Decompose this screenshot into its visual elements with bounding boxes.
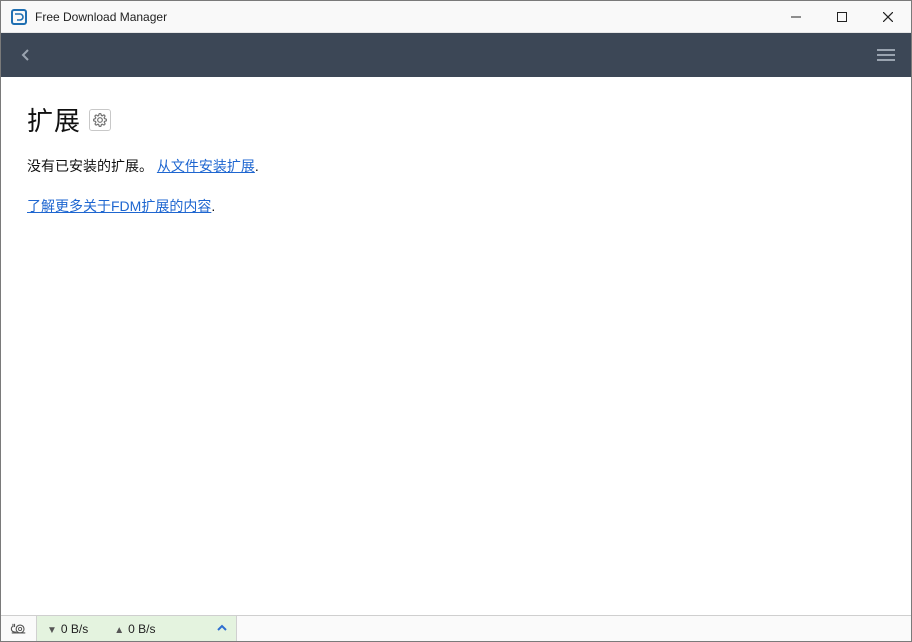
app-icon [11, 9, 27, 25]
close-button[interactable] [865, 1, 911, 33]
maximize-button[interactable] [819, 1, 865, 33]
learn-more-link[interactable]: 了解更多关于FDM扩展的内容 [27, 198, 211, 214]
back-button[interactable] [11, 40, 41, 70]
app-window: Free Download Manager 扩展 [0, 0, 912, 642]
chevron-up-icon [216, 622, 228, 636]
window-title: Free Download Manager [35, 10, 167, 24]
titlebar: Free Download Manager [1, 1, 911, 33]
settings-button[interactable] [89, 109, 111, 131]
snail-mode-button[interactable] [1, 616, 37, 641]
page-title: 扩展 [27, 101, 81, 138]
gear-icon [93, 113, 107, 127]
menu-button[interactable] [871, 40, 901, 70]
download-speed: ▼0 B/s [47, 622, 88, 636]
toolbar [1, 33, 911, 77]
snail-icon [9, 622, 28, 636]
upload-speed: ▲0 B/s [114, 622, 155, 636]
no-extensions-text: 没有已安装的扩展。 [27, 158, 157, 174]
learn-more-line: 了解更多关于FDM扩展的内容. [27, 196, 885, 216]
triangle-down-icon: ▼ [47, 625, 57, 636]
no-extensions-line: 没有已安装的扩展。 从文件安装扩展. [27, 156, 885, 176]
period1: . [255, 158, 259, 174]
speed-panel[interactable]: ▼0 B/s ▲0 B/s [37, 616, 237, 641]
heading-row: 扩展 [27, 101, 885, 138]
minimize-button[interactable] [773, 1, 819, 33]
statusbar: ▼0 B/s ▲0 B/s [1, 615, 911, 641]
period2: . [211, 198, 215, 214]
triangle-up-icon: ▲ [114, 625, 124, 636]
content-area: 扩展 没有已安装的扩展。 从文件安装扩展. 了解更多关于FDM扩展的内容. [1, 77, 911, 615]
install-from-file-link[interactable]: 从文件安装扩展 [157, 158, 255, 174]
